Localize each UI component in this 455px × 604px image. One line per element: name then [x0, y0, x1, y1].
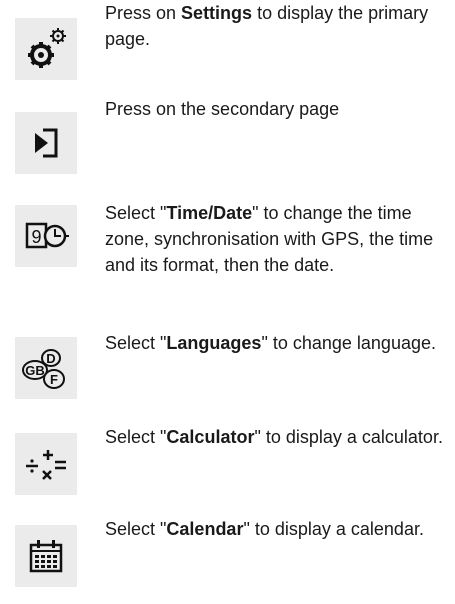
instruction-post: " to change language.: [261, 333, 436, 353]
time-date-icon: 9: [15, 205, 77, 267]
instruction-post: " to display a calendar.: [243, 519, 424, 539]
instruction-text: Select "Calendar" to display a calendar.: [105, 516, 450, 542]
next-page-icon: [15, 112, 77, 174]
instruction-text: Press on the secondary page: [105, 96, 450, 122]
language-d: D: [46, 351, 55, 366]
settings-gears-icon: [15, 18, 77, 80]
language-gb: GB: [25, 363, 45, 378]
instruction-keyword: Languages: [166, 333, 262, 353]
instruction-text: Press on Settings to display the primary…: [105, 0, 450, 52]
instruction-keyword: Calculator: [166, 427, 255, 447]
instruction-keyword: Time/Date: [166, 203, 253, 223]
instruction-keyword: Calendar: [166, 519, 244, 539]
instruction-pre: Select ": [105, 333, 167, 353]
instruction-pre: Select ": [105, 519, 167, 539]
languages-icon: GB D F: [15, 337, 77, 399]
instruction-text: Select "Calculator" to display a calcula…: [105, 424, 450, 450]
instruction-pre: Press on: [105, 3, 182, 23]
instruction-post: " to display a calculator.: [254, 427, 443, 447]
time-digit: 9: [31, 227, 41, 247]
instruction-keyword: Settings: [181, 3, 253, 23]
language-f: F: [50, 372, 58, 387]
instruction-text: Select "Languages" to change language.: [105, 330, 450, 356]
calendar-icon: [15, 525, 77, 587]
instruction-pre: Select ": [105, 427, 167, 447]
instruction-pre: Select ": [105, 203, 167, 223]
calculator-icon: [15, 433, 77, 495]
instruction-pre: Press on the secondary page: [105, 99, 340, 119]
instruction-text: Select "Time/Date" to change the time zo…: [105, 200, 450, 278]
